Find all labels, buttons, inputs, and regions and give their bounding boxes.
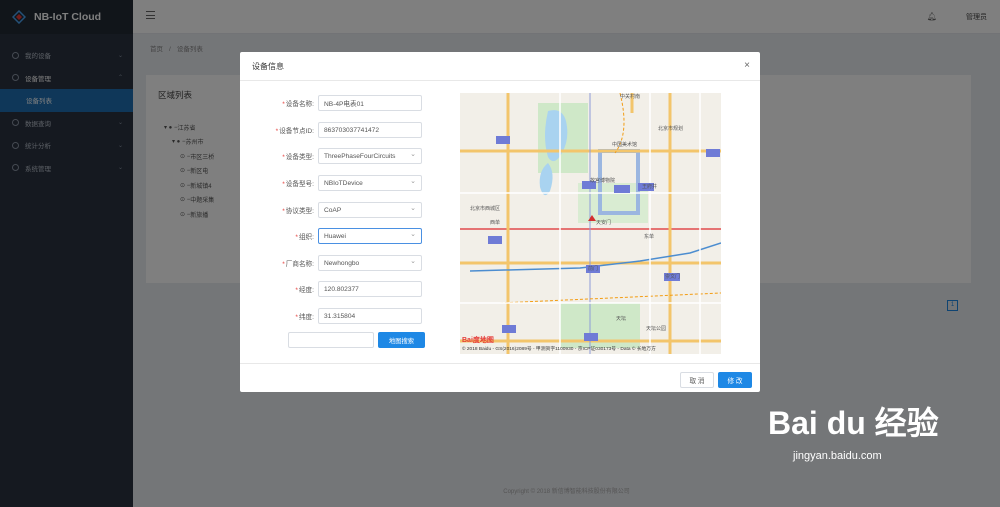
map-labels: 中关村南 北京市规划 北京市西城区 中国美术馆 故宫博物院 西单 天安门 王府井… [460, 93, 721, 354]
modify-button[interactable]: 修 改 [718, 372, 752, 388]
device-type-select[interactable]: ThreePhaseFourCircuits [318, 148, 422, 164]
map-label: 天安门 [596, 220, 612, 226]
dialog-footer-divider [240, 363, 760, 364]
protocol-select[interactable]: CoAP [318, 202, 422, 218]
field-device-type: *设备类型: ThreePhaseFourCircuits [240, 148, 428, 164]
device-name-input[interactable]: NB-4P电表01 [318, 95, 422, 111]
watermark-brand: Bai du 经验 [768, 405, 939, 441]
map-label: 东单 [644, 234, 655, 240]
map-search-button[interactable]: 地图搜索 [378, 332, 425, 348]
field-organization: *组织: Huawei [240, 228, 428, 244]
map-label: 北京市规划 [658, 126, 684, 132]
field-label: *设备名称: [282, 101, 314, 108]
field-device-name: *设备名称: NB-4P电表01 [240, 95, 428, 111]
map-label: 北京市西城区 [470, 206, 501, 212]
map-label: 崇文门 [665, 274, 681, 280]
map-label: 中国美术馆 [612, 142, 638, 148]
dialog-title: 设备信息 [252, 61, 284, 71]
watermark-url: jingyan.baidu.com [793, 450, 882, 462]
map-label: 天坛公园 [646, 326, 667, 332]
device-info-dialog: 设备信息 × *设备名称: NB-4P电表01 *设备节点ID: 863703037… [240, 52, 760, 392]
map-label: 天坛 [616, 316, 627, 322]
map-attribution: © 2018 Baidu - GS(2016)2089号 - 甲测资字11009… [462, 347, 656, 352]
field-label: *设备型号: [282, 181, 314, 188]
close-icon[interactable]: × [744, 60, 750, 71]
field-label: *经度: [295, 287, 314, 294]
map-label: 王府井 [642, 184, 658, 190]
map-label: 西单 [490, 220, 501, 226]
map-label: 前门 [588, 266, 599, 272]
baidu-map[interactable]: 中关村南 北京市规划 北京市西城区 中国美术馆 故宫博物院 西单 天安门 王府井… [460, 93, 721, 354]
baidu-jingyan-watermark: Bai du 经验 jingyan.baidu.com [768, 398, 988, 468]
longitude-input[interactable]: 120.802377 [318, 281, 422, 297]
field-device-model: *设备型号: NBIoTDevice [240, 175, 428, 191]
field-label: *纬度: [295, 314, 314, 321]
vendor-select[interactable]: Newhongbo [318, 255, 422, 271]
field-label: *厂商名称: [282, 261, 314, 268]
cancel-button[interactable]: 取 消 [680, 372, 714, 388]
device-model-select[interactable]: NBIoTDevice [318, 175, 422, 191]
field-label: *协议类型: [282, 208, 314, 215]
field-node-id: *设备节点ID: 863703037741472 [240, 122, 428, 138]
latitude-input[interactable]: 31.315804 [318, 308, 422, 324]
map-search-input[interactable] [288, 332, 374, 348]
map-label: 故宫博物院 [590, 178, 616, 184]
field-longitude: *经度: 120.802377 [240, 281, 428, 297]
field-label: *设备类型: [282, 154, 314, 161]
organization-select[interactable]: Huawei [318, 228, 422, 244]
field-latitude: *纬度: 31.315804 [240, 308, 428, 324]
field-protocol: *协议类型: CoAP [240, 202, 428, 218]
baidu-map-logo: Bai度地图 [462, 337, 494, 344]
field-vendor: *厂商名称: Newhongbo [240, 255, 428, 271]
field-label: *设备节点ID: [275, 128, 314, 135]
map-label: 中关村南 [620, 94, 641, 100]
dialog-header: 设备信息 [240, 52, 760, 81]
node-id-input[interactable]: 863703037741472 [318, 122, 422, 138]
field-label: *组织: [295, 234, 314, 241]
